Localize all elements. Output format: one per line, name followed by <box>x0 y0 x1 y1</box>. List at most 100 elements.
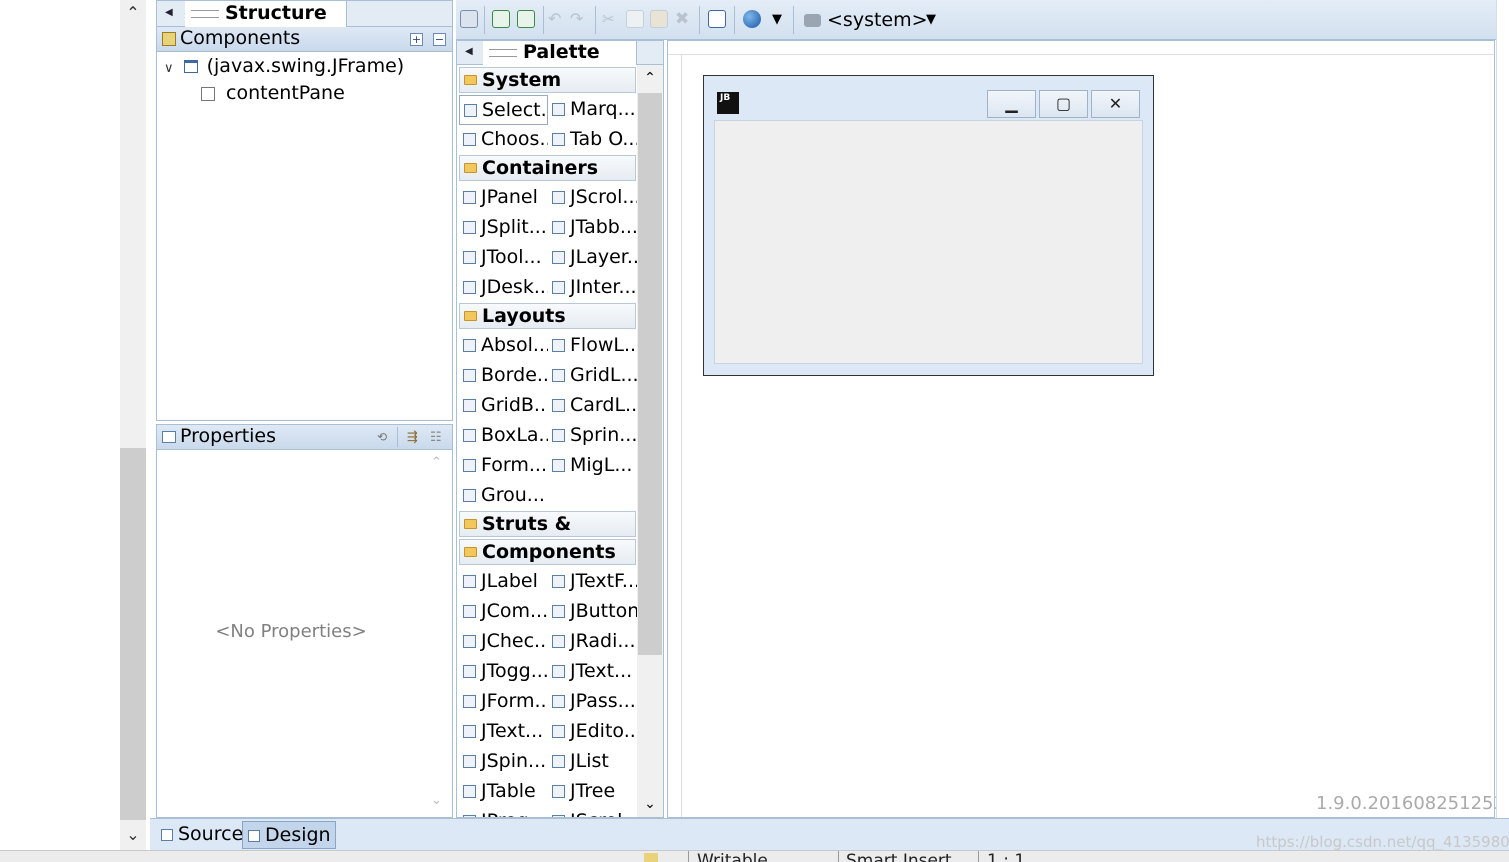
maximize-icon[interactable]: ▢ <box>1039 90 1088 118</box>
scroll-down-arrow-icon[interactable]: ⌄ <box>431 793 442 808</box>
scroll-down-arrow-icon[interactable]: ⌄ <box>637 791 663 817</box>
design-canvas[interactable]: JB ▁ ▢ ✕ 1.9.0.201608251253 <box>667 40 1505 818</box>
jframe-preview[interactable]: JB ▁ ▢ ✕ <box>703 75 1154 376</box>
tree-node-contentpane[interactable]: contentPane <box>201 82 345 104</box>
palette-item[interactable]: CardL... <box>548 391 637 421</box>
palette-item[interactable]: JTogg... <box>459 657 548 687</box>
palette-item[interactable]: JTree <box>548 777 637 807</box>
palette-scrollbar[interactable]: ⌃ ⌄ <box>637 65 663 817</box>
palette-item[interactable]: FlowL... <box>548 331 637 361</box>
palette-item-label: FlowL... <box>570 334 637 356</box>
redo-icon[interactable]: ↷ <box>570 10 588 28</box>
palette-item[interactable]: Borde... <box>459 361 548 391</box>
scroll-up-arrow-icon[interactable]: ⌃ <box>120 0 146 26</box>
palette-item[interactable]: GridB... <box>459 391 548 421</box>
palette-item[interactable]: Choos... <box>459 125 548 155</box>
scroll-up-arrow-icon[interactable]: ⌃ <box>431 455 442 470</box>
collapse-left-icon[interactable]: ◀ <box>465 46 473 57</box>
chevron-down-icon[interactable]: ▼ <box>926 12 936 27</box>
palette-item[interactable]: JInter... <box>548 273 637 303</box>
palette-item[interactable]: JScrol... <box>548 183 637 213</box>
palette-item[interactable]: JCom... <box>459 597 548 627</box>
palette-item[interactable]: JScrol... <box>548 807 637 817</box>
grip-icon <box>191 9 219 18</box>
tab-structure[interactable]: Structure <box>185 1 347 42</box>
palette-item[interactable]: JText... <box>548 657 637 687</box>
properties-scrollbar[interactable]: ⌃ ⌄ <box>425 451 451 815</box>
component-icon <box>463 251 476 264</box>
toolbar-separator <box>699 6 700 34</box>
collapse-all-icon[interactable]: − <box>433 33 446 46</box>
view-menu-icon[interactable]: ☷ <box>430 430 442 445</box>
palette-item[interactable]: JSplit... <box>459 213 548 243</box>
palette-item[interactable]: JText... <box>459 717 548 747</box>
palette-item[interactable]: JEdito... <box>548 717 637 747</box>
palette-item[interactable]: JProg... <box>459 807 548 817</box>
tab-palette[interactable]: Palette <box>483 41 637 79</box>
goto-definition-icon[interactable]: ⇶ <box>407 430 418 445</box>
top-ruler <box>668 41 1494 55</box>
palette-category[interactable]: Layouts <box>459 303 636 329</box>
palette-item[interactable]: JTable <box>459 777 548 807</box>
palette-item[interactable]: JForm... <box>459 687 548 717</box>
palette-item[interactable]: JTool... <box>459 243 548 273</box>
palette-item[interactable]: JSpin... <box>459 747 548 777</box>
tab-design[interactable]: Design <box>242 821 336 849</box>
palette-item[interactable]: JLayer... <box>548 243 637 273</box>
no-properties-text: <No Properties> <box>215 621 367 642</box>
editor-vertical-scrollbar[interactable]: ⌃ ⌄ <box>120 0 146 850</box>
copy-icon[interactable] <box>626 10 644 28</box>
palette-category[interactable]: Struts & Springs <box>459 511 636 559</box>
component-icon <box>552 103 565 116</box>
externalize-strings-icon[interactable] <box>492 10 510 28</box>
palette-category[interactable]: Components <box>459 539 636 565</box>
minimize-icon[interactable]: ▁ <box>987 90 1036 118</box>
palette-item[interactable]: GridL... <box>548 361 637 391</box>
show-advanced-icon[interactable]: ⟲ <box>377 430 387 444</box>
collapse-left-icon[interactable]: ◀ <box>165 7 173 18</box>
palette-item[interactable]: Sprin... <box>548 421 637 451</box>
palette-item[interactable]: BoxLa... <box>459 421 548 451</box>
palette-item[interactable]: JRadi... <box>548 627 637 657</box>
tree-node-jframe[interactable]: ∨ (javax.swing.JFrame) <box>164 55 404 77</box>
expand-all-icon[interactable]: + <box>410 33 423 46</box>
delete-icon[interactable]: ✖ <box>675 10 693 28</box>
palette-item[interactable]: Tab O... <box>548 125 637 155</box>
tab-order-icon[interactable] <box>708 10 726 28</box>
globe-icon[interactable] <box>743 10 761 28</box>
palette-item[interactable]: JTabb... <box>548 213 637 243</box>
look-and-feel-dropdown[interactable]: <system> <box>804 6 928 34</box>
close-icon[interactable]: ✕ <box>1091 90 1140 118</box>
scroll-down-arrow-icon[interactable]: ⌄ <box>120 822 146 848</box>
palette-item[interactable]: JButton <box>548 597 637 627</box>
undo-icon[interactable]: ↶ <box>548 10 566 28</box>
palette-category[interactable]: System <box>459 67 636 93</box>
palette-item[interactable]: Select... <box>459 95 548 125</box>
palette-item[interactable]: JList <box>548 747 637 777</box>
cut-icon[interactable]: ✂ <box>602 10 620 28</box>
palette-item[interactable]: Marq... <box>548 95 637 125</box>
jframe-title-bar[interactable]: JB ▁ ▢ ✕ <box>704 76 1153 120</box>
tab-source[interactable]: Source <box>156 821 247 849</box>
palette-item[interactable]: JPanel <box>459 183 548 213</box>
test-gui-icon[interactable] <box>460 10 478 28</box>
palette-item[interactable]: JTextF... <box>548 567 637 597</box>
palette-item[interactable]: Form... <box>459 451 548 481</box>
content-pane[interactable] <box>714 120 1143 364</box>
palette-item[interactable]: JLabel <box>459 567 548 597</box>
scrollbar-thumb[interactable] <box>120 448 146 820</box>
scroll-up-arrow-icon[interactable]: ⌃ <box>637 65 663 91</box>
chevron-down-icon[interactable]: ▼ <box>772 12 782 27</box>
palette-item[interactable]: JDesk... <box>459 273 548 303</box>
refresh-icon[interactable] <box>517 10 535 28</box>
palette-category[interactable]: Containers <box>459 155 636 181</box>
palette-item[interactable]: Absol... <box>459 331 548 361</box>
palette-item[interactable]: JPass... <box>548 687 637 717</box>
palette-item[interactable]: MigL... <box>548 451 637 481</box>
scrollbar-thumb[interactable] <box>638 93 662 655</box>
toolbar-separator <box>543 6 544 34</box>
paste-icon[interactable] <box>650 10 668 28</box>
chevron-down-icon[interactable]: ∨ <box>164 61 174 76</box>
palette-item[interactable]: Grou... <box>459 481 548 511</box>
palette-item[interactable]: JChec... <box>459 627 548 657</box>
